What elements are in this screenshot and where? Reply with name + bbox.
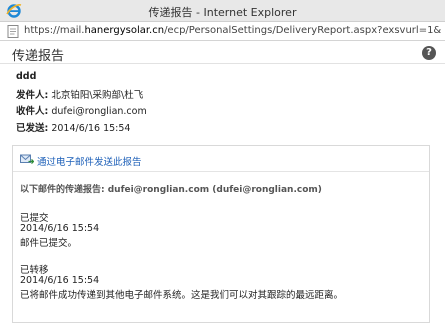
event-detail: 邮件已提交。	[20, 238, 78, 249]
sent-row: 已发送: 2014/6/16 15:54	[16, 120, 130, 134]
event-status: 已提交	[20, 213, 49, 224]
send-report-link[interactable]: 通过电子邮件发送此报告	[37, 154, 142, 168]
to-label: 收件人:	[16, 106, 49, 117]
from-row: 发件人: 北京铂阳\采购部\杜飞	[16, 87, 143, 101]
window-titlebar: 传递报告 - Internet Explorer	[0, 0, 445, 22]
url-prefix: https://mail.	[24, 25, 85, 36]
to-value: dufei@ronglian.com	[51, 106, 147, 117]
window-title: 传递报告 - Internet Explorer	[148, 6, 297, 19]
page-icon	[7, 25, 19, 38]
address-bar[interactable]: https://mail.hanergysolar.cn/ecp/Persona…	[0, 22, 445, 41]
to-row: 收件人: dufei@ronglian.com	[16, 103, 147, 117]
delivery-report-panel: 通过电子邮件发送此报告 以下邮件的传递报告: dufei@ronglian.co…	[12, 145, 430, 323]
from-value: 北京铂阳\采购部\杜飞	[51, 90, 144, 101]
event-detail: 已将邮件成功传递到其他电子邮件系统。这是我们可以对其跟踪的最远距离。	[20, 290, 344, 301]
sent-label: 已发送:	[16, 123, 49, 134]
page-header: 传递报告 ?	[0, 42, 445, 64]
url-domain: hanergysolar.cn	[84, 25, 165, 36]
message-subject: ddd	[16, 71, 37, 82]
report-for-line: 以下邮件的传递报告: dufei@ronglian.com (dufei@ron…	[20, 185, 322, 195]
page-title: 传递报告	[12, 49, 65, 64]
event-time: 2014/6/16 15:54	[20, 275, 100, 286]
sent-value: 2014/6/16 15:54	[51, 123, 131, 134]
panel-toolbar: 通过电子邮件发送此报告	[13, 146, 429, 172]
help-icon[interactable]: ?	[422, 46, 436, 60]
from-label: 发件人:	[16, 90, 49, 101]
event-time: 2014/6/16 15:54	[20, 223, 100, 234]
url-path: /ecp/PersonalSettings/DeliveryReport.asp…	[164, 25, 441, 36]
url-text[interactable]: https://mail.hanergysolar.cn/ecp/Persona…	[24, 25, 441, 36]
send-mail-icon[interactable]	[20, 153, 34, 165]
event-status: 已转移	[20, 265, 49, 276]
